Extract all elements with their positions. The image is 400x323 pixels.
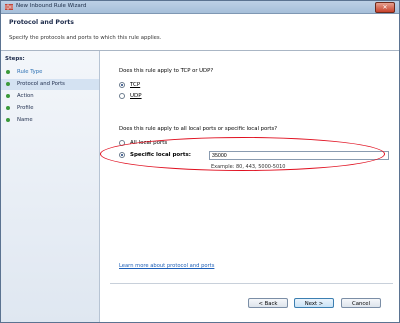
tcp-label-text: TCP: [130, 82, 141, 88]
steps-heading: Steps:: [5, 56, 25, 62]
close-window-button[interactable]: ✕: [375, 2, 395, 13]
ports-question: Does this rule apply to all local ports …: [119, 126, 278, 132]
learn-more-link[interactable]: Learn more about protocol and ports: [119, 263, 214, 269]
close-icon: ✕: [382, 4, 388, 11]
page-description: Specify the protocols and ports to which…: [9, 35, 162, 41]
firewall-icon: [5, 4, 13, 10]
step-label: Protocol and Ports: [17, 81, 65, 87]
udp-radio[interactable]: [119, 93, 125, 99]
step-dot-icon: [6, 94, 10, 98]
step-dot-icon: [6, 118, 10, 122]
tcp-radio[interactable]: [119, 82, 125, 88]
steps-sidebar: Steps: Rule Type Protocol and Ports Acti…: [1, 51, 100, 322]
next-button[interactable]: Next >: [294, 298, 334, 308]
step-label: Rule Type: [17, 69, 43, 75]
step-protocol-and-ports: Protocol and Ports: [1, 79, 99, 90]
step-label: Name: [17, 117, 33, 123]
title-bar[interactable]: New Inbound Rule Wizard ✕: [1, 1, 399, 14]
step-name: Name: [1, 115, 99, 126]
footer-divider: [110, 283, 393, 284]
cancel-button[interactable]: Cancel: [341, 298, 381, 308]
step-profile: Profile: [1, 103, 99, 114]
step-label: Profile: [17, 105, 34, 111]
step-rule-type[interactable]: Rule Type: [1, 67, 99, 78]
wizard-window: New Inbound Rule Wizard ✕ Protocol and P…: [0, 0, 400, 323]
highlight-ellipse: [100, 137, 385, 171]
step-dot-icon: [6, 106, 10, 110]
back-button[interactable]: < Back: [248, 298, 288, 308]
protocol-question: Does this rule apply to TCP or UDP?: [119, 68, 214, 74]
step-label: Action: [17, 93, 34, 99]
page-title: Protocol and Ports: [9, 19, 74, 26]
udp-label[interactable]: UDP: [130, 93, 142, 99]
udp-label-text: UDP: [130, 93, 142, 99]
tcp-label[interactable]: TCP: [130, 82, 140, 88]
step-dot-icon: [6, 70, 10, 74]
wizard-header: Protocol and Ports Specify the protocols…: [1, 14, 399, 51]
window-title: New Inbound Rule Wizard: [16, 3, 87, 9]
wizard-content: Does this rule apply to TCP or UDP? TCP …: [100, 51, 399, 322]
step-dot-icon: [6, 82, 10, 86]
step-action: Action: [1, 91, 99, 102]
